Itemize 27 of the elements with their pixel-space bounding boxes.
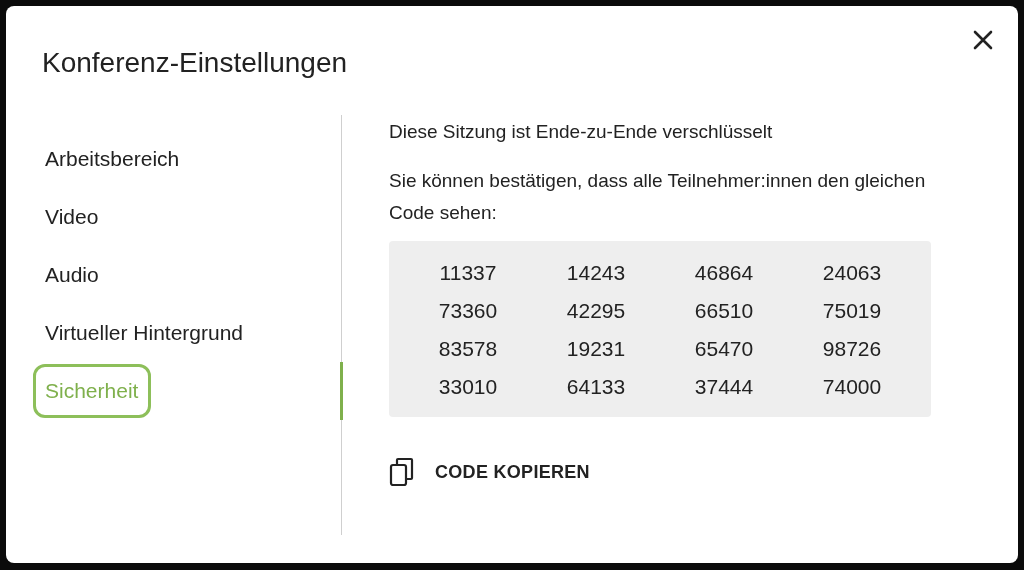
description-text: Sie können bestätigen, dass alle Teilnehmer:innen den gleichen Code sehen: — [389, 169, 927, 225]
code-number: 19231 — [566, 336, 626, 362]
status-text: Diese Sitzung ist Ende-zu-Ende verschlüsselt — [389, 120, 774, 144]
code-number: 33010 — [438, 374, 498, 400]
close-icon[interactable] — [972, 29, 994, 51]
code-number: 37444 — [694, 374, 754, 400]
dialog-title: Konferenz-Einstellungen — [42, 46, 349, 80]
sidebar-item[interactable]: Arbeitsbereich — [33, 132, 193, 186]
copy-code-button[interactable]: CODE KOPIEREN — [389, 457, 590, 487]
code-number: 98726 — [822, 336, 882, 362]
sidebar-item[interactable]: Virtueller Hintergrund — [33, 306, 257, 360]
code-number: 11337 — [439, 260, 497, 286]
sidebar-item[interactable]: Video — [33, 190, 112, 244]
code-number: 64133 — [566, 374, 626, 400]
code-number: 65470 — [694, 336, 754, 362]
active-indicator — [340, 362, 343, 420]
code-number: 74000 — [822, 374, 882, 400]
code-number: 42295 — [566, 298, 626, 324]
code-number: 66510 — [694, 298, 754, 324]
code-number: 46864 — [694, 260, 754, 286]
code-number: 14243 — [566, 260, 626, 286]
code-number: 83578 — [438, 336, 498, 362]
copy-icon — [389, 457, 415, 487]
code-number: 75019 — [822, 298, 882, 324]
code-number: 73360 — [438, 298, 498, 324]
sidebar-item[interactable]: Audio — [33, 248, 112, 302]
code-number: 24063 — [822, 260, 882, 286]
